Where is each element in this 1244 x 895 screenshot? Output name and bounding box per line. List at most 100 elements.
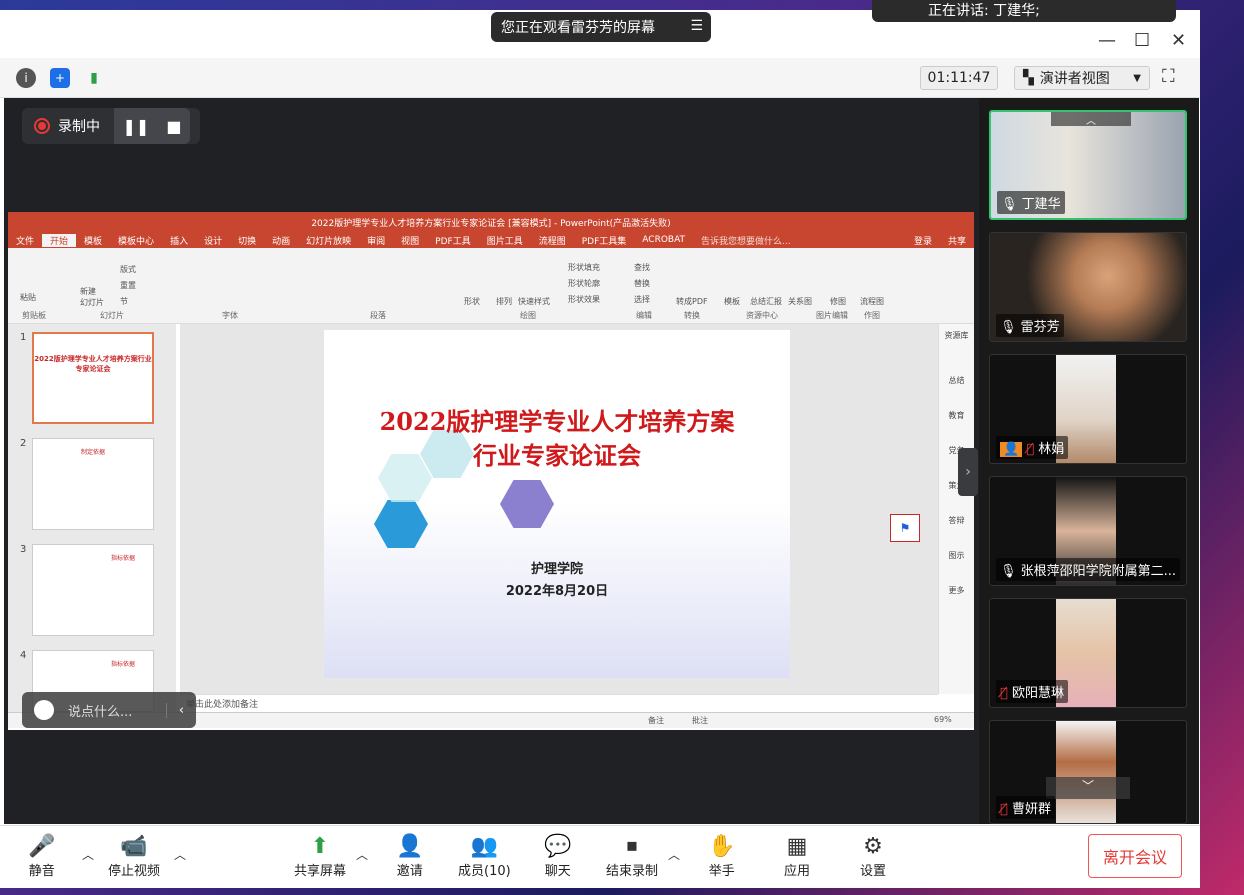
info-icon[interactable]: i xyxy=(16,68,36,88)
chevron-up-icon[interactable]: ︿ xyxy=(174,846,186,863)
ppt-tab[interactable]: 文件 xyxy=(8,234,42,247)
slide-thumbnail[interactable]: 2022版护理学专业人才培养方案行业专家论证会 xyxy=(32,332,154,424)
ppt-tab[interactable]: 流程图 xyxy=(531,234,574,247)
leave-meeting-button[interactable]: 离开会议 xyxy=(1088,834,1182,878)
reset-button[interactable]: 重置 xyxy=(120,280,136,291)
participant-name-row: 👤 🎙̸ 林娟 xyxy=(996,436,1069,459)
shape-outline-button[interactable]: 形状轮廓 xyxy=(568,278,600,289)
participant-tile[interactable]: 👤 🎙̸ 林娟 xyxy=(989,354,1187,464)
resource-item[interactable]: 图示 xyxy=(939,550,974,561)
invite-button[interactable]: 👤 邀请 xyxy=(396,834,423,879)
resource-item[interactable]: 答辩 xyxy=(939,515,974,526)
emoji-icon[interactable] xyxy=(34,700,54,720)
shape-button[interactable]: 形状 xyxy=(464,296,480,307)
resource-label[interactable]: 资源库 xyxy=(939,330,974,341)
chat-placeholder: 说点什么... xyxy=(68,704,133,720)
chevron-up-icon[interactable]: ︿ xyxy=(668,846,680,863)
ppt-tab[interactable]: PDF工具 xyxy=(427,234,479,247)
arrange-button[interactable]: 排列 xyxy=(496,296,512,307)
ppt-tab[interactable]: 模板中心 xyxy=(110,234,162,247)
relation-button[interactable]: 关系图 xyxy=(788,296,812,307)
ppt-tab[interactable]: 设计 xyxy=(196,234,230,247)
ppt-tab[interactable]: 插入 xyxy=(162,234,196,247)
comments-toggle[interactable]: 批注 xyxy=(692,715,708,726)
participant-tile[interactable]: ︿ 🎙 丁建华 xyxy=(989,110,1187,220)
shape-fill-button[interactable]: 形状填充 xyxy=(568,262,600,273)
mute-label: 静音 xyxy=(28,864,55,879)
participant-tile[interactable]: ﹀ 🎙̸ 曹妍群 xyxy=(989,720,1187,824)
chevron-up-icon[interactable]: ︿ xyxy=(82,846,94,863)
stop-video-button[interactable]: 📹 停止视频 xyxy=(108,834,160,879)
pause-recording-icon[interactable]: ❚❚ xyxy=(123,117,150,136)
ribbon-group-label: 转换 xyxy=(684,311,700,320)
ribbon-group-label: 字体 xyxy=(222,311,238,320)
share-link[interactable]: 共享 xyxy=(940,234,974,247)
template-button[interactable]: 模板 xyxy=(724,296,740,307)
shield-icon[interactable]: + xyxy=(50,68,70,88)
resource-item[interactable]: 教育 xyxy=(939,410,974,421)
apps-button[interactable]: ▦ 应用 xyxy=(784,834,810,879)
chat-input-bar[interactable]: 说点什么... ‹ xyxy=(22,692,196,728)
ppt-tab[interactable]: 模板 xyxy=(76,234,110,247)
select-button[interactable]: 选择 xyxy=(634,294,650,305)
new-slide-button[interactable]: 新建 幻灯片 xyxy=(80,286,104,308)
quick-style-button[interactable]: 快速样式 xyxy=(518,296,550,307)
chevron-left-icon[interactable]: ‹ xyxy=(166,702,196,718)
ppt-tab[interactable]: PDF工具集 xyxy=(574,234,635,247)
ppt-tab[interactable]: 幻灯片放映 xyxy=(298,234,359,247)
ppt-tab[interactable]: 图片工具 xyxy=(479,234,531,247)
slide-thumbnail[interactable]: 制定依据 xyxy=(32,438,154,530)
resource-item[interactable]: 总结 xyxy=(939,375,974,386)
ppt-tab[interactable]: 切换 xyxy=(230,234,264,247)
tell-me-box[interactable]: 告诉我您想要做什么... xyxy=(693,234,799,247)
chevron-right-icon[interactable]: › xyxy=(958,448,978,496)
ppt-tab[interactable]: 动画 xyxy=(264,234,298,247)
ppt-titlebar: 2022版护理学专业人才培养方案行业专家论证会 [兼容模式] - PowerPo… xyxy=(8,212,974,232)
recording-indicator: 录制中 ❚❚ ■ xyxy=(22,108,200,144)
thumb-title: 指标依据 xyxy=(110,555,135,562)
members-button[interactable]: 👥 成员(10) xyxy=(458,834,511,879)
resource-item[interactable]: 更多 xyxy=(939,585,974,596)
layout-button[interactable]: 版式 xyxy=(120,264,136,275)
retouch-button[interactable]: 修图 xyxy=(830,296,846,307)
summary-button[interactable]: 总结汇报 xyxy=(750,296,782,307)
slide-thumbnail[interactable]: 指标依据 xyxy=(32,544,154,636)
close-icon[interactable]: ✕ xyxy=(1171,30,1186,51)
flowchart-button[interactable]: 流程图 xyxy=(860,296,884,307)
signal-icon[interactable]: ▮ xyxy=(84,68,104,88)
chevron-up-icon[interactable]: ︿ xyxy=(1051,112,1131,127)
chevron-down-icon[interactable]: ﹀ xyxy=(1046,777,1130,799)
participant-tile[interactable]: 🎙 雷芬芳 xyxy=(989,232,1187,342)
maximize-icon[interactable]: ☐ xyxy=(1134,30,1150,51)
chevron-up-icon[interactable]: ︿ xyxy=(356,846,368,863)
menu-icon[interactable]: ☰ xyxy=(690,18,703,34)
participant-tile[interactable]: 🎙 张根萍邵阳学院附属第二... xyxy=(989,476,1187,586)
section-button[interactable]: 节 xyxy=(120,296,128,307)
share-screen-button[interactable]: ⬆ 共享屏幕 xyxy=(294,834,346,879)
to-pdf-button[interactable]: 转成PDF xyxy=(676,296,708,307)
ppt-tab-home[interactable]: 开始 xyxy=(42,233,77,247)
current-slide[interactable]: 2022版护理学专业人才培养方案 行业专家论证会 护理学院 2022年8月20日 xyxy=(324,330,790,678)
settings-button[interactable]: ⚙ 设置 xyxy=(860,834,886,879)
view-mode-dropdown[interactable]: ▚ 演讲者视图 ▼ xyxy=(1014,66,1150,90)
ppt-tab[interactable]: 视图 xyxy=(393,234,427,247)
paste-button[interactable]: 粘贴 xyxy=(20,292,36,303)
notes-pane[interactable]: 单击此处添加备注 xyxy=(180,694,938,712)
chat-button[interactable]: 💬 聊天 xyxy=(544,834,571,879)
participant-tile[interactable]: 🎙̸ 欧阳慧琳 xyxy=(989,598,1187,708)
login-link[interactable]: 登录 xyxy=(906,234,940,247)
end-record-button[interactable]: ⏹ 结束录制 xyxy=(606,834,658,879)
replace-button[interactable]: 替换 xyxy=(634,278,650,289)
minimize-icon[interactable]: — xyxy=(1098,30,1116,51)
bookmark-icon[interactable]: ⚑ xyxy=(890,514,920,542)
zoom-level[interactable]: 69% xyxy=(934,715,952,724)
stop-recording-icon[interactable]: ■ xyxy=(166,117,181,136)
shape-effect-button[interactable]: 形状效果 xyxy=(568,294,600,305)
raise-hand-button[interactable]: ✋ 举手 xyxy=(708,834,735,879)
ppt-tab[interactable]: ACROBAT xyxy=(634,235,693,245)
fullscreen-icon[interactable]: ⛶ xyxy=(1162,66,1175,87)
mute-button[interactable]: 🎤 静音 xyxy=(28,834,55,879)
find-button[interactable]: 查找 xyxy=(634,262,650,273)
notes-toggle[interactable]: 备注 xyxy=(648,715,664,726)
ppt-tab[interactable]: 审阅 xyxy=(359,234,393,247)
